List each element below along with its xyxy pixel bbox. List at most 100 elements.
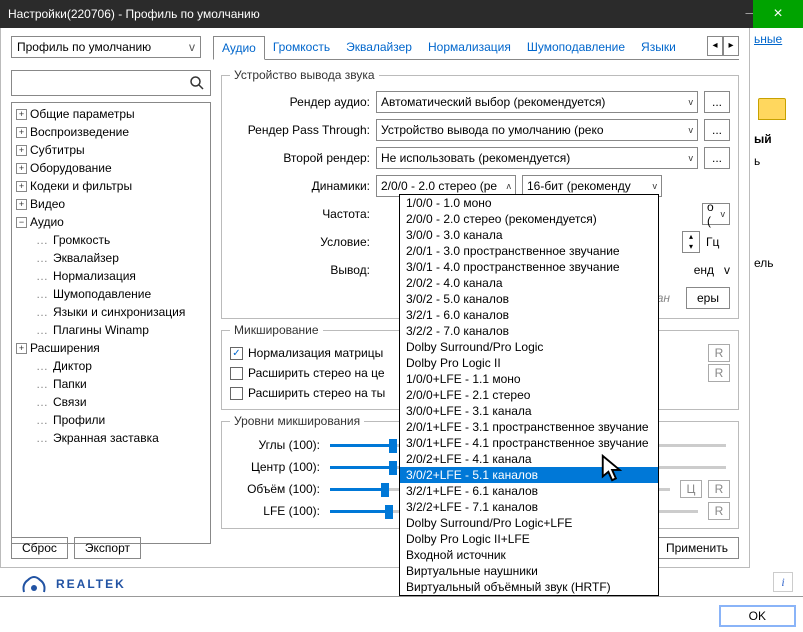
- slider-label: LFE (100):: [230, 504, 320, 518]
- checkbox-label[interactable]: Нормализация матрицы: [248, 346, 383, 360]
- search-input[interactable]: [11, 70, 211, 96]
- c-button[interactable]: Ц: [680, 480, 702, 498]
- unit-label: Гц: [706, 235, 730, 249]
- dropdown-item[interactable]: 2/0/0 - 2.0 стерео (рекомендуется): [400, 211, 658, 227]
- info-icon[interactable]: i: [773, 572, 793, 592]
- dropdown-item[interactable]: 3/0/2 - 5.0 каналов: [400, 291, 658, 307]
- dropdown-item[interactable]: Dolby Surround/Pro Logic: [400, 339, 658, 355]
- dropdown-item[interactable]: Dolby Pro Logic II: [400, 355, 658, 371]
- dropdown-item[interactable]: 3/2/1 - 6.0 каналов: [400, 307, 658, 323]
- dropdown-item[interactable]: Входной источник: [400, 547, 658, 563]
- dropdown-item[interactable]: 2/0/2 - 4.0 канала: [400, 275, 658, 291]
- tab-scroll-right[interactable]: ▸: [723, 36, 739, 56]
- folder-icon: [758, 98, 786, 120]
- expand-icon[interactable]: +: [16, 145, 27, 156]
- more-button[interactable]: ...: [704, 147, 730, 169]
- expand-icon[interactable]: +: [16, 181, 27, 192]
- reset-button[interactable]: Сброс: [11, 537, 68, 559]
- expand-icon[interactable]: +: [16, 163, 27, 174]
- checkbox-label[interactable]: Расширить стерео на ты: [248, 386, 385, 400]
- tree-item: +Субтитры: [14, 141, 208, 159]
- tab-equalizer[interactable]: Эквалайзер: [338, 36, 420, 59]
- export-button[interactable]: Экспорт: [74, 537, 141, 559]
- r-button[interactable]: R: [708, 502, 730, 520]
- dropdown-item[interactable]: 3/2/2+LFE - 7.1 каналов: [400, 499, 658, 515]
- slider-label: Объём (100):: [230, 482, 320, 496]
- dropdown-item[interactable]: 2/0/1 - 3.0 пространственное звучание: [400, 243, 658, 259]
- r-button[interactable]: R: [708, 364, 730, 382]
- cursor-icon: [599, 454, 629, 484]
- slider-label: Углы (100):: [230, 438, 320, 452]
- dropdown-item[interactable]: 3/0/0 - 3.0 канала: [400, 227, 658, 243]
- expand-icon[interactable]: +: [16, 127, 27, 138]
- dropdown-item[interactable]: 3/0/1+LFE - 4.1 пространственное звучани…: [400, 435, 658, 451]
- more-button[interactable]: ...: [704, 119, 730, 141]
- realtek-brand: REALTEK: [20, 572, 126, 596]
- expand-icon[interactable]: +: [16, 343, 27, 354]
- chevron-up-icon: ʌ: [507, 181, 512, 191]
- group-legend: Микширование: [230, 323, 323, 337]
- tab-lang[interactable]: Языки: [633, 36, 684, 59]
- tab-noise[interactable]: Шумоподавление: [519, 36, 633, 59]
- search-icon: [189, 75, 205, 91]
- dropdown-item[interactable]: 2/0/0+LFE - 2.1 стерео: [400, 387, 658, 403]
- tree-item: +Оборудование: [14, 159, 208, 177]
- dropdown-item[interactable]: Dolby Pro Logic II+LFE: [400, 531, 658, 547]
- spinner[interactable]: ▴▾: [682, 231, 700, 253]
- collapse-icon[interactable]: −: [16, 217, 27, 228]
- r-button[interactable]: R: [708, 480, 730, 498]
- render-audio-select[interactable]: Автоматический выбор (рекомендуется)v: [376, 91, 698, 113]
- dropdown-item[interactable]: Виртуальные наушники: [400, 563, 658, 579]
- tree-item: …Языки и синхронизация: [14, 303, 208, 321]
- settings-panel: Профиль по умолчанию v Аудио Громкость Э…: [0, 28, 750, 568]
- tabs: Аудио Громкость Эквалайзер Нормализация …: [213, 36, 739, 60]
- label: Вывод:: [230, 263, 370, 277]
- tree-item: …Нормализация: [14, 267, 208, 285]
- ok-button[interactable]: OK: [720, 606, 795, 626]
- checkbox[interactable]: [230, 387, 243, 400]
- profile-selector-value: Профиль по умолчанию: [17, 40, 151, 54]
- more-button[interactable]: ...: [704, 91, 730, 113]
- label: Рендер аудио:: [230, 95, 370, 109]
- link-fragment[interactable]: ьные: [750, 28, 803, 50]
- profile-selector[interactable]: Профиль по умолчанию v: [11, 36, 201, 58]
- label: Частота:: [230, 207, 370, 221]
- tree-item: …Профили: [14, 411, 208, 429]
- settings-tree[interactable]: +Общие параметры +Воспроизведение +Субти…: [11, 102, 211, 544]
- r-button[interactable]: R: [708, 344, 730, 362]
- tab-volume[interactable]: Громкость: [265, 36, 338, 59]
- chevron-down-icon: v: [721, 209, 726, 219]
- apply-button[interactable]: Применить: [655, 537, 739, 559]
- expand-icon[interactable]: +: [16, 199, 27, 210]
- slider-label: Центр (100):: [230, 460, 320, 474]
- dropdown-item[interactable]: 3/2/2 - 7.0 каналов: [400, 323, 658, 339]
- app-close-button[interactable]: ×: [753, 0, 803, 28]
- label: Динамики:: [230, 179, 370, 193]
- freq-select[interactable]: о (v: [702, 203, 730, 225]
- speakers-dropdown[interactable]: 1/0/0 - 1.0 моно2/0/0 - 2.0 стерео (реко…: [399, 194, 659, 596]
- multichan-button[interactable]: еры: [686, 287, 730, 309]
- dropdown-item[interactable]: 1/0/0 - 1.0 моно: [400, 195, 658, 211]
- chevron-down-icon: v: [689, 97, 694, 107]
- dropdown-item[interactable]: 2/0/1+LFE - 3.1 пространственное звучани…: [400, 419, 658, 435]
- tab-audio[interactable]: Аудио: [213, 36, 265, 60]
- checkbox-checked[interactable]: ✓: [230, 347, 243, 360]
- second-render-select[interactable]: Не использовать (рекомендуется)v: [376, 147, 698, 169]
- tree-item: +Расширения: [14, 339, 208, 357]
- tree-item: …Папки: [14, 375, 208, 393]
- tab-scroll-left[interactable]: ◂: [707, 36, 723, 56]
- label: Рендер Pass Through:: [230, 123, 370, 137]
- expand-icon[interactable]: +: [16, 109, 27, 120]
- dropdown-item[interactable]: 1/0/0+LFE - 1.1 моно: [400, 371, 658, 387]
- dropdown-item[interactable]: 3/0/0+LFE - 3.1 канала: [400, 403, 658, 419]
- passthrough-select[interactable]: Устройство вывода по умолчанию (рекоv: [376, 119, 698, 141]
- checkbox-label[interactable]: Расширить стерео на це: [248, 366, 385, 380]
- tab-normalization[interactable]: Нормализация: [420, 36, 519, 59]
- background-window-fragment: ьные ый ь ель: [750, 28, 803, 568]
- dropdown-item[interactable]: 3/0/1 - 4.0 пространственное звучание: [400, 259, 658, 275]
- checkbox[interactable]: [230, 367, 243, 380]
- dropdown-item[interactable]: 3/2/1+LFE - 6.1 каналов: [400, 483, 658, 499]
- dropdown-item[interactable]: Dolby Surround/Pro Logic+LFE: [400, 515, 658, 531]
- tree-item-audio: −Аудио: [14, 213, 208, 231]
- dropdown-item[interactable]: Виртуальный объёмный звук (HRTF): [400, 579, 658, 595]
